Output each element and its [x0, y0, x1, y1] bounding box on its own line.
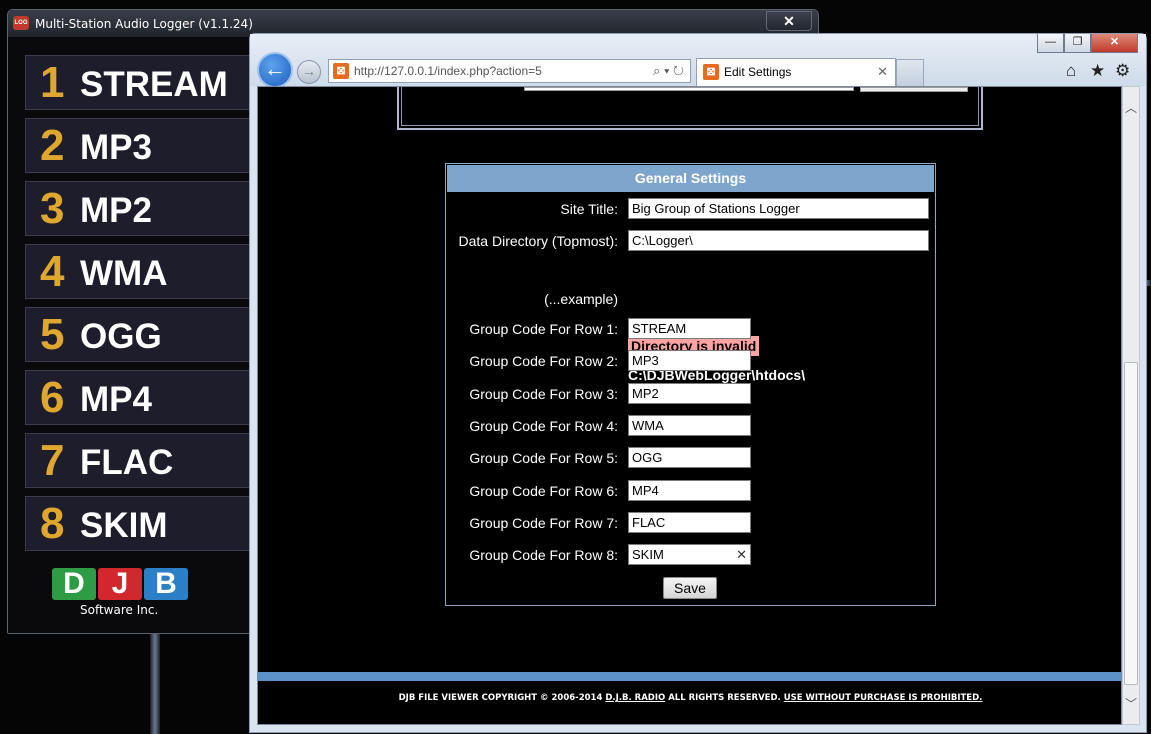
scrollbar-thumb[interactable] — [1124, 362, 1138, 685]
row-number: 8 — [40, 499, 65, 548]
row-code: FLAC — [80, 443, 174, 482]
browser-window[interactable]: — ❐ ✕ ← → ⊠ http://127.0.0.1/index.php?a… — [249, 33, 1147, 733]
group-row-1-input[interactable]: STREAM — [628, 318, 751, 339]
group-row-8-value: SKIM — [632, 547, 664, 562]
row-code: MP3 — [80, 128, 152, 167]
logger-row-8[interactable]: 8 SKIM — [25, 496, 259, 551]
forward-button[interactable]: → — [297, 60, 321, 84]
maximize-button[interactable]: ❐ — [1064, 34, 1091, 53]
group-row-8-input[interactable]: SKIM ✕ — [628, 544, 751, 565]
djb-logo: D J B Software Inc. — [52, 568, 194, 620]
data-directory-label: Data Directory (Topmost): — [458, 233, 618, 249]
logo-letter-j: J — [98, 568, 142, 600]
footer-copyright: DJB FILE VIEWER COPYRIGHT © 2006-2014 D.… — [258, 693, 1121, 703]
desktop-streak — [150, 630, 160, 734]
browser-chrome: — ❐ ✕ ← → ⊠ http://127.0.0.1/index.php?a… — [250, 34, 1146, 88]
save-button[interactable]: Save — [663, 577, 717, 599]
row-number: 6 — [40, 373, 65, 422]
group-row-6-label: Group Code For Row 6: — [469, 483, 618, 499]
group-row-2-label: Group Code For Row 2: — [469, 353, 618, 369]
group-row-5-label: Group Code For Row 5: — [469, 450, 618, 466]
site-title-label: Site Title: — [560, 201, 618, 217]
scroll-down-icon[interactable]: ﹀ — [1124, 697, 1138, 711]
page-viewport: General Settings Site Title: Big Group o… — [257, 86, 1122, 725]
row-number: 1 — [40, 58, 65, 107]
clear-input-icon[interactable]: ✕ — [736, 545, 747, 564]
row-number: 2 — [40, 121, 65, 170]
group-row-5-input[interactable]: OGG — [628, 447, 751, 468]
group-row-8-label: Group Code For Row 8: — [469, 547, 618, 563]
previous-section-button[interactable] — [860, 87, 968, 92]
row-code: MP4 — [80, 380, 152, 419]
new-tab-button[interactable] — [896, 59, 924, 86]
home-icon[interactable]: ⌂ — [1066, 62, 1076, 80]
logger-row-3[interactable]: 3 MP2 — [25, 181, 259, 236]
group-row-6-input[interactable]: MP4 — [628, 480, 751, 501]
logger-row-5[interactable]: 5 OGG — [25, 307, 259, 362]
favorites-icon[interactable]: ★ — [1090, 62, 1105, 80]
example-label: (...example) — [544, 291, 618, 307]
logger-row-7[interactable]: 7 FLAC — [25, 433, 259, 488]
minimize-button[interactable]: — — [1037, 34, 1064, 53]
browser-close-button[interactable]: ✕ — [1091, 34, 1138, 53]
group-row-4-input[interactable]: WMA — [628, 415, 751, 436]
back-button[interactable]: ← — [257, 52, 293, 88]
group-row-7-label: Group Code For Row 7: — [469, 515, 618, 531]
address-tools[interactable]: ⌕ ▾ ↻ — [653, 60, 684, 82]
group-row-3-input[interactable]: MP2 — [628, 383, 751, 404]
address-bar[interactable]: ⊠ http://127.0.0.1/index.php?action=5 ⌕ … — [328, 59, 691, 83]
address-text: http://127.0.0.1/index.php?action=5 — [354, 64, 542, 78]
previous-section-input[interactable] — [524, 87, 854, 91]
footer-bar — [258, 672, 1121, 681]
tab-edit-settings[interactable]: ⊠ Edit Settings ✕ — [696, 58, 896, 86]
tab-close-icon[interactable]: ✕ — [877, 59, 888, 85]
logo-letter-d: D — [52, 568, 96, 600]
group-row-4-label: Group Code For Row 4: — [469, 418, 618, 434]
row-number: 3 — [40, 184, 65, 233]
row-number: 4 — [40, 247, 65, 296]
row-code: OGG — [80, 317, 162, 356]
logger-app-icon: LOG — [13, 16, 29, 30]
logger-close-button[interactable]: ✕ — [766, 11, 812, 31]
logger-window-title: Multi-Station Audio Logger (v1.1.24) — [35, 17, 253, 31]
row-code: SKIM — [80, 506, 168, 545]
site-title-input[interactable]: Big Group of Stations Logger — [628, 198, 929, 219]
scroll-up-icon[interactable]: ︿ — [1124, 101, 1138, 115]
tools-gear-icon[interactable]: ⚙ — [1115, 62, 1130, 80]
row-code: MP2 — [80, 191, 152, 230]
row-number: 5 — [40, 310, 65, 359]
tab-favicon: ⊠ — [703, 64, 719, 80]
group-row-2-input[interactable]: MP3 — [628, 350, 751, 371]
row-number: 7 — [40, 436, 65, 485]
previous-section-inner — [401, 87, 979, 126]
group-row-1-label: Group Code For Row 1: — [469, 321, 618, 337]
logger-row-6[interactable]: 6 MP4 — [25, 370, 259, 425]
logger-row-4[interactable]: 4 WMA — [25, 244, 259, 299]
footer-radio-link[interactable]: D.J.B. RADIO — [605, 693, 665, 703]
footer-notice-link[interactable]: USE WITHOUT PURCHASE IS PROHIBITED. — [784, 693, 983, 703]
group-row-7-input[interactable]: FLAC — [628, 512, 751, 533]
footer-copyright-text: DJB FILE VIEWER COPYRIGHT © 2006-2014 — [398, 693, 606, 703]
logger-row-1[interactable]: 1 STREAM — [25, 55, 259, 110]
tab-title: Edit Settings — [724, 65, 792, 79]
row-code: WMA — [80, 254, 168, 293]
data-directory-input[interactable]: C:\Logger\ — [628, 230, 929, 251]
vertical-scrollbar[interactable]: ︿ ﹀ — [1122, 86, 1140, 725]
desktop: LOG Multi-Station Audio Logger (v1.1.24)… — [0, 0, 1151, 734]
group-row-3-label: Group Code For Row 3: — [469, 386, 618, 402]
previous-section-box — [397, 87, 983, 130]
site-favicon: ⊠ — [333, 63, 349, 79]
general-settings-heading: General Settings — [447, 165, 934, 192]
row-code: STREAM — [80, 65, 228, 104]
logo-letter-b: B — [144, 568, 188, 600]
footer-rights-text: ALL RIGHTS RESERVED. — [665, 693, 784, 703]
logo-caption: Software Inc. — [80, 603, 159, 617]
logger-row-2[interactable]: 2 MP3 — [25, 118, 259, 173]
general-settings-panel: General Settings Site Title: Big Group o… — [445, 163, 936, 606]
